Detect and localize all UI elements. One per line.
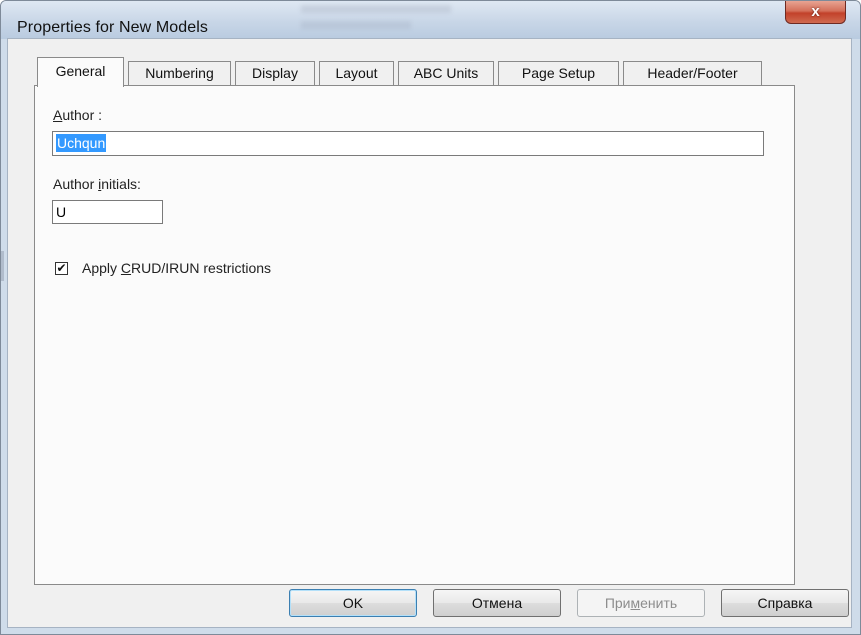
tab-page-setup-label: Page Setup	[521, 65, 596, 81]
help-button-label: Справка	[757, 595, 813, 611]
author-value: Uchqun	[56, 134, 107, 152]
tab-general[interactable]: General	[37, 57, 124, 87]
crud-restrictions-label[interactable]: Apply CRUD/IRUN restrictions	[82, 260, 271, 276]
tab-header-footer-label: Header/Footer	[647, 65, 738, 81]
author-initials-value: U	[56, 204, 67, 220]
tab-abc-units-label: ABC Units	[413, 65, 479, 81]
general-tab-panel	[34, 85, 795, 585]
title-bar[interactable]: Properties for New Models x	[1, 1, 860, 39]
author-label: Author :	[53, 107, 103, 123]
tab-display-label: Display	[252, 65, 298, 81]
tab-header-footer[interactable]: Header/Footer	[623, 61, 762, 85]
cancel-button-label: Отмена	[471, 595, 523, 611]
tab-numbering[interactable]: Numbering	[128, 61, 231, 85]
tab-layout-label: Layout	[335, 65, 378, 81]
close-button[interactable]: x	[785, 1, 846, 24]
tab-numbering-label: Numbering	[145, 65, 214, 81]
ok-button[interactable]: OK	[289, 589, 417, 617]
title-bar-background-blur	[301, 5, 451, 13]
cancel-button[interactable]: Отмена	[433, 589, 561, 617]
tab-layout[interactable]: Layout	[319, 61, 394, 85]
tab-abc-units[interactable]: ABC Units	[398, 61, 494, 85]
crud-restrictions-checkbox[interactable]: ✔	[55, 262, 68, 275]
author-initials-input[interactable]: U	[52, 200, 163, 224]
check-icon: ✔	[56, 261, 67, 275]
author-input[interactable]: Uchqun	[52, 131, 764, 156]
tab-display[interactable]: Display	[235, 61, 315, 85]
apply-button[interactable]: Применить	[577, 589, 705, 617]
window-title: Properties for New Models	[17, 19, 209, 36]
title-bar-background-blur-2	[301, 21, 411, 29]
tab-general-label: General	[55, 63, 106, 79]
ok-button-label: OK	[342, 595, 364, 611]
tab-page-setup[interactable]: Page Setup	[498, 61, 619, 85]
window-edge-artifact	[1, 251, 4, 281]
author-initials-label: Author initials:	[53, 176, 141, 192]
help-button[interactable]: Справка	[721, 589, 849, 617]
close-icon: x	[811, 3, 820, 20]
